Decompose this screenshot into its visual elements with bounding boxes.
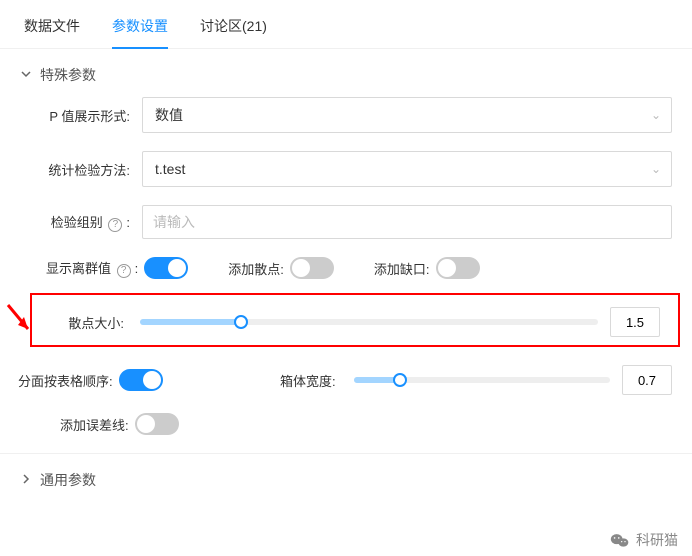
- tabs: 数据文件 参数设置 讨论区(21): [0, 0, 692, 49]
- add-errorbar-label: 添加误差线:: [60, 415, 129, 434]
- section-title: 特殊参数: [40, 65, 96, 85]
- point-size-input[interactable]: [610, 307, 660, 337]
- highlight-box: 散点大小:: [30, 293, 680, 347]
- p-display-select[interactable]: 数值 ⌄: [142, 97, 672, 133]
- show-outliers-label: 显示离群值 ?:: [46, 258, 138, 278]
- chevron-down-icon: [20, 67, 32, 83]
- help-icon[interactable]: ?: [108, 218, 122, 232]
- stat-method-value: t.test: [155, 161, 185, 177]
- section-special-params[interactable]: 特殊参数: [0, 49, 692, 97]
- stat-method-select[interactable]: t.test ⌄: [142, 151, 672, 187]
- box-width-input[interactable]: [622, 365, 672, 395]
- facet-order-label: 分面按表格顺序:: [18, 371, 113, 390]
- show-outliers-switch[interactable]: [144, 257, 188, 279]
- add-notch-switch[interactable]: [436, 257, 480, 279]
- point-size-label: 散点大小:: [40, 313, 128, 332]
- stat-method-label: 统计检验方法:: [32, 160, 142, 179]
- chevron-down-icon: ⌄: [651, 108, 661, 122]
- test-group-label: 检验组别 ?:: [32, 212, 142, 232]
- box-width-slider[interactable]: [354, 377, 610, 383]
- facet-order-switch[interactable]: [119, 369, 163, 391]
- point-size-slider[interactable]: [140, 319, 598, 325]
- p-display-value: 数值: [155, 105, 183, 125]
- tab-discussion[interactable]: 讨论区(21): [200, 16, 267, 48]
- chevron-down-icon: ⌄: [651, 162, 661, 176]
- add-notch-label: 添加缺口:: [374, 259, 430, 278]
- watermark-text: 科研猫: [636, 530, 678, 550]
- chevron-right-icon: [20, 472, 32, 488]
- section-title: 通用参数: [40, 470, 96, 490]
- add-points-label: 添加散点:: [228, 259, 284, 278]
- tab-data-file[interactable]: 数据文件: [24, 16, 80, 48]
- section-general-params[interactable]: 通用参数: [0, 453, 692, 502]
- arrow-annotation: [4, 303, 36, 339]
- help-icon[interactable]: ?: [117, 264, 131, 278]
- box-width-label: 箱体宽度:: [280, 371, 336, 390]
- test-group-input[interactable]: [142, 205, 672, 239]
- p-display-label: P 值展示形式:: [32, 106, 142, 125]
- tab-params[interactable]: 参数设置: [112, 16, 168, 48]
- add-points-switch[interactable]: [290, 257, 334, 279]
- add-errorbar-switch[interactable]: [135, 413, 179, 435]
- wechat-icon: [610, 531, 630, 549]
- watermark: 科研猫: [610, 530, 678, 550]
